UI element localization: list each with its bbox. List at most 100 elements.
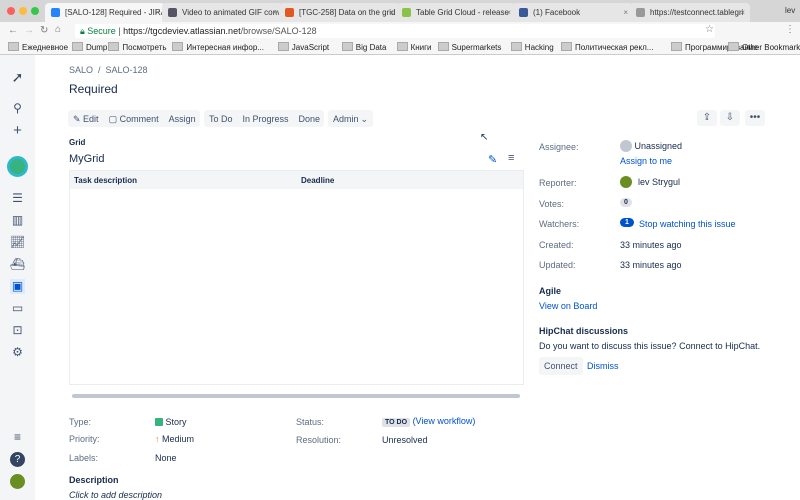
maximize-window-button[interactable]: [31, 7, 39, 15]
close-window-button[interactable]: [7, 7, 15, 15]
tab-title: (1) Facebook: [533, 8, 581, 17]
browser-tab[interactable]: https://testconnect.tablegri ×: [630, 3, 750, 22]
hipchat-text: Do you want to discuss this issue? Conne…: [539, 341, 761, 351]
bookmark-item[interactable]: Supermarkets: [438, 42, 502, 52]
add-page-icon[interactable]: ⊡: [10, 323, 25, 338]
tab-title: Table Grid Cloud - release: [416, 8, 509, 17]
jira-logo-icon[interactable]: ➚: [10, 70, 25, 85]
home-icon[interactable]: ⌂: [55, 24, 61, 35]
tab-favicon-icon: [51, 8, 60, 17]
close-tab-icon[interactable]: ×: [272, 8, 277, 17]
comment-button[interactable]: ▢ Comment: [109, 114, 159, 124]
star-icon[interactable]: ☆: [705, 24, 714, 35]
dismiss-link[interactable]: Dismiss: [587, 361, 619, 371]
reload-icon[interactable]: ↻: [40, 25, 48, 36]
backlog-icon[interactable]: ☰: [10, 191, 25, 206]
bookmark-item[interactable]: JavaScript: [278, 42, 329, 52]
grid-section-label: Grid: [69, 138, 86, 147]
minimize-window-button[interactable]: [19, 7, 27, 15]
priority-value: ↑ Medium: [155, 434, 195, 444]
profile-name[interactable]: lev: [785, 6, 795, 15]
column-header-task[interactable]: Task description: [74, 176, 137, 185]
reports-icon[interactable]: 📈︎: [10, 235, 25, 250]
bookmark-item[interactable]: Big Data: [342, 42, 387, 52]
close-tab-icon[interactable]: ×: [389, 8, 394, 17]
browser-tab[interactable]: [TGC-258] Data on the grid ×: [279, 3, 399, 22]
help-icon[interactable]: ?: [10, 452, 25, 467]
connect-button[interactable]: Connect: [539, 357, 583, 375]
priority-label: Priority:: [69, 434, 100, 444]
share-icon[interactable]: ⇪: [697, 110, 717, 126]
tab-title: https://testconnect.tablegri: [650, 8, 744, 17]
todo-button[interactable]: To Do: [209, 114, 233, 124]
close-tab-icon[interactable]: ×: [506, 8, 511, 17]
close-tab-icon[interactable]: ×: [623, 8, 628, 17]
view-on-board-link[interactable]: View on Board: [539, 301, 597, 311]
labels-label: Labels:: [69, 453, 99, 463]
bookmark-item[interactable]: Книги: [397, 42, 432, 52]
watchers-count[interactable]: 1: [620, 218, 634, 227]
description-field[interactable]: Click to add description: [69, 490, 162, 500]
browser-tab[interactable]: Table Grid Cloud - release ×: [396, 3, 516, 22]
bookmark-item[interactable]: Политическая рекл...: [561, 42, 653, 52]
releases-icon[interactable]: ⛴︎: [10, 257, 25, 272]
bookmark-item[interactable]: Dump: [72, 42, 107, 52]
create-icon[interactable]: +: [10, 123, 25, 138]
agile-heading: Agile: [539, 286, 562, 296]
reporter-value: lev Strygul: [620, 176, 680, 188]
in-progress-button[interactable]: In Progress: [243, 114, 289, 124]
status-badge: TO DO: [382, 418, 411, 427]
browser-tab[interactable]: [SALO-128] Required - JIRA ×: [45, 3, 165, 22]
board-icon[interactable]: ▥: [10, 213, 25, 228]
breadcrumb-issue-key[interactable]: SALO-128: [106, 65, 148, 75]
status-value: TO DO (View workflow): [382, 416, 476, 427]
calendar-icon[interactable]: ▭: [10, 301, 25, 316]
url-input[interactable]: 🔒︎ Secure | https://tgcdeviev.atlassian.…: [75, 24, 715, 38]
edit-button[interactable]: ✎ Edit: [73, 114, 99, 124]
votes-count[interactable]: 0: [620, 198, 632, 207]
workflow-group: To Do In Progress Done: [204, 110, 324, 127]
assign-to-me-link[interactable]: Assign to me: [620, 156, 672, 166]
resolution-label: Resolution:: [296, 435, 342, 445]
browser-tab[interactable]: (1) Facebook ×: [513, 3, 633, 22]
search-icon[interactable]: ⚲: [10, 101, 25, 116]
close-tab-icon[interactable]: ×: [155, 8, 160, 17]
issues-icon[interactable]: ▣: [10, 279, 25, 294]
votes-label: Votes:: [539, 199, 565, 209]
back-icon[interactable]: ←: [8, 25, 18, 36]
address-bar: ← → ↻ ⌂ 🔒︎ Secure | https://tgcdeviev.at…: [0, 22, 800, 40]
filter-icon[interactable]: ≡: [508, 152, 514, 164]
bookmark-item[interactable]: Ежедневное: [8, 42, 68, 52]
column-header-deadline[interactable]: Deadline: [301, 176, 334, 185]
bookmark-item[interactable]: Интересная инфор...: [172, 42, 264, 52]
close-tab-icon[interactable]: ×: [740, 8, 745, 17]
user-avatar[interactable]: [10, 474, 25, 489]
export-icon[interactable]: ⇩: [720, 110, 740, 126]
project-avatar[interactable]: [7, 156, 28, 177]
updated-label: Updated:: [539, 260, 576, 270]
mouse-cursor: ↖: [480, 132, 489, 143]
breadcrumb-project[interactable]: SALO: [69, 65, 93, 75]
description-heading: Description: [69, 475, 119, 485]
forward-icon[interactable]: →: [24, 25, 34, 36]
edit-grid-icon[interactable]: ✎: [488, 153, 497, 166]
done-button[interactable]: Done: [299, 114, 321, 124]
menu-icon[interactable]: ⋮: [785, 24, 795, 35]
tab-title: [TGC-258] Data on the grid: [299, 8, 396, 17]
assign-button[interactable]: Assign: [169, 114, 196, 124]
unassigned-avatar: [620, 140, 632, 152]
bookmark-item[interactable]: Hacking: [511, 42, 554, 52]
type-value: Story: [155, 417, 187, 427]
menu-icon[interactable]: ≡: [10, 430, 25, 445]
other-bookmarks[interactable]: Other Bookmarks: [728, 42, 800, 52]
admin-button[interactable]: Admin ⌄: [328, 110, 374, 127]
bookmark-item[interactable]: Посмотреть: [108, 42, 166, 52]
stop-watching-link[interactable]: Stop watching this issue: [639, 219, 736, 229]
more-icon[interactable]: •••: [745, 110, 765, 126]
page-title: Required: [69, 82, 118, 96]
browser-tab[interactable]: Video to animated GIF conv ×: [162, 3, 282, 22]
view-workflow-link[interactable]: (View workflow): [413, 416, 476, 426]
settings-icon[interactable]: ⚙: [10, 345, 25, 360]
horizontal-scrollbar[interactable]: [72, 394, 520, 398]
labels-value[interactable]: None: [155, 453, 177, 463]
